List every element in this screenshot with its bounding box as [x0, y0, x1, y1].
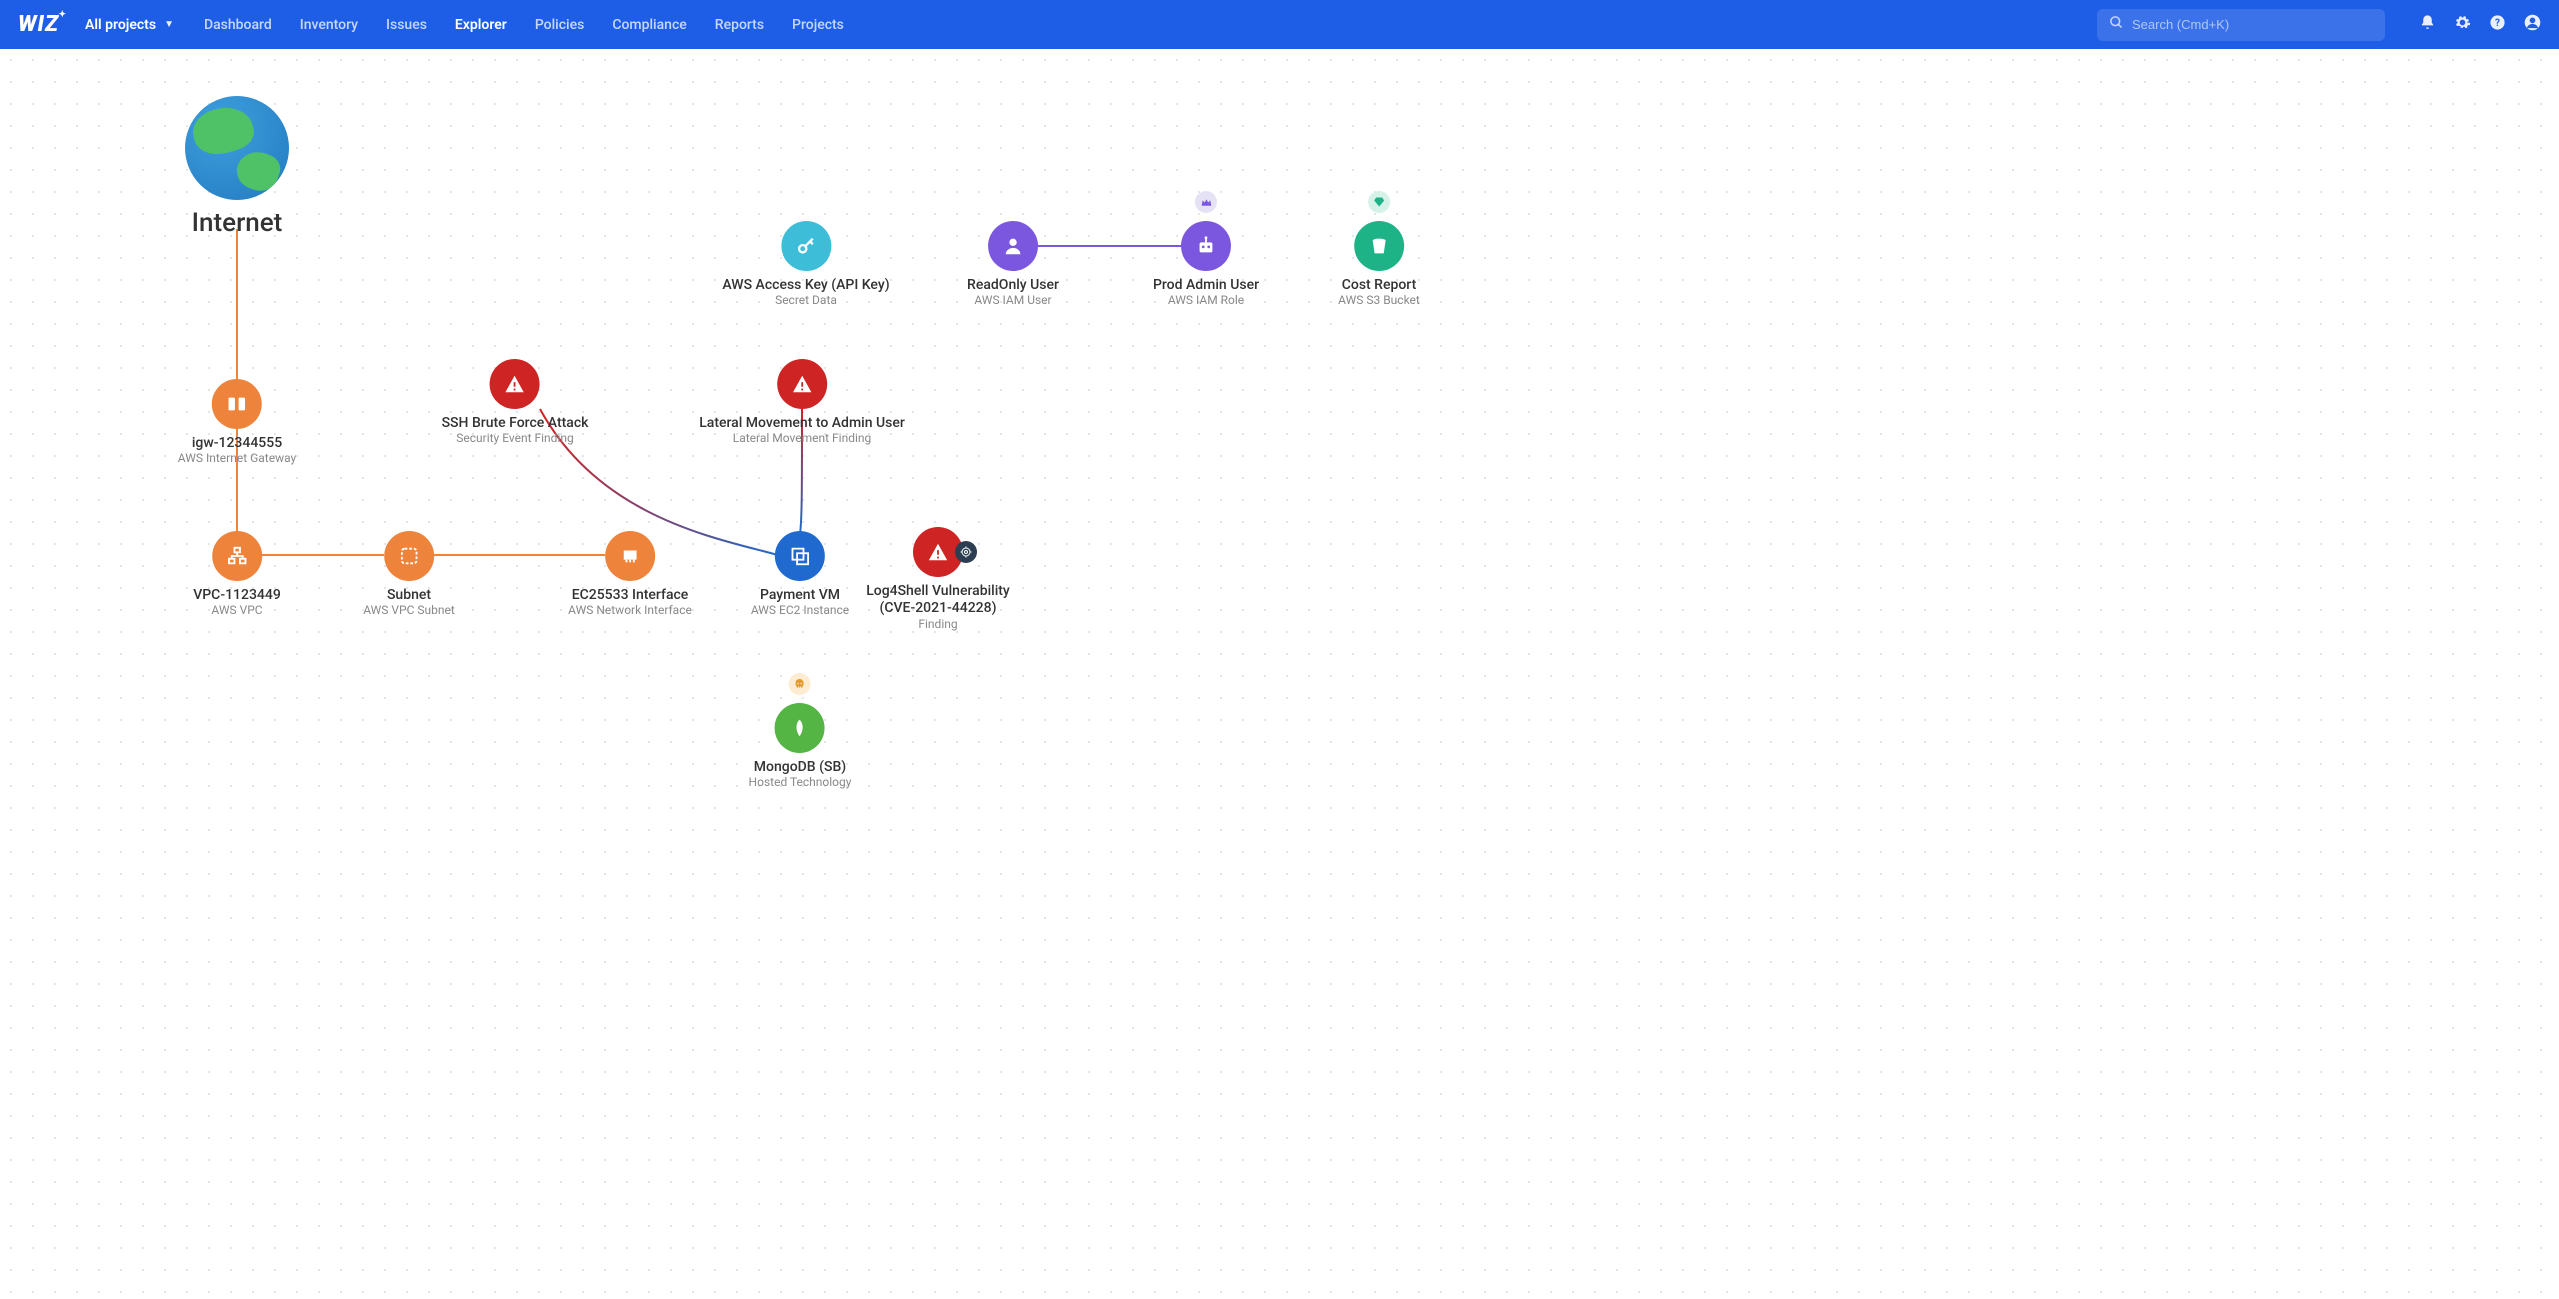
- node-subtitle: AWS VPC Subnet: [363, 603, 455, 617]
- search-input[interactable]: [2132, 17, 2373, 32]
- graph-edges: [0, 49, 2559, 1299]
- crown-icon: [1195, 191, 1217, 213]
- target-icon: [955, 541, 977, 563]
- user-avatar-icon[interactable]: [2524, 14, 2541, 35]
- graph-canvas[interactable]: Internet igw-12344555 AWS Internet Gatew…: [0, 49, 2559, 1299]
- node-title: Prod Admin User: [1153, 277, 1259, 293]
- alert-icon: [490, 359, 540, 409]
- nav-projects[interactable]: Projects: [792, 17, 844, 33]
- node-access-key[interactable]: AWS Access Key (API Key) Secret Data: [722, 221, 889, 307]
- node-subtitle: Secret Data: [775, 293, 837, 307]
- node-payment-vm[interactable]: Payment VM AWS EC2 Instance: [751, 531, 849, 617]
- node-eni[interactable]: EC25533 Interface AWS Network Interface: [568, 531, 692, 617]
- node-internet[interactable]: Internet: [185, 96, 289, 238]
- node-vpc[interactable]: VPC-1123449 AWS VPC: [193, 531, 281, 617]
- subnet-icon: [384, 531, 434, 581]
- interface-icon: [605, 531, 655, 581]
- nav-reports[interactable]: Reports: [715, 17, 764, 33]
- node-subtitle: Lateral Movement Finding: [733, 431, 872, 445]
- gear-icon[interactable]: [2454, 14, 2471, 35]
- main-nav: Dashboard Inventory Issues Explorer Poli…: [204, 17, 844, 33]
- leaf-icon: [775, 703, 825, 753]
- nav-policies[interactable]: Policies: [535, 17, 585, 33]
- node-lateral-finding[interactable]: Lateral Movement to Admin User Lateral M…: [699, 359, 905, 445]
- node-subtitle: Security Event Finding: [456, 431, 573, 445]
- node-igw[interactable]: igw-12344555 AWS Internet Gateway: [178, 379, 296, 465]
- nav-compliance[interactable]: Compliance: [612, 17, 686, 33]
- node-title: AWS Access Key (API Key): [722, 277, 889, 293]
- gateway-icon: [212, 379, 262, 429]
- node-title: Lateral Movement to Admin User: [699, 415, 905, 431]
- node-cost-report[interactable]: Cost Report AWS S3 Bucket: [1338, 221, 1420, 307]
- alert-icon: [913, 527, 963, 577]
- robot-icon: [1181, 221, 1231, 271]
- network-icon: [212, 531, 262, 581]
- node-subtitle: AWS Network Interface: [568, 603, 692, 617]
- globe-icon: [185, 96, 289, 200]
- node-subtitle: AWS IAM Role: [1168, 293, 1244, 307]
- node-subtitle: AWS EC2 Instance: [751, 603, 849, 617]
- node-title: VPC-1123449: [193, 587, 281, 603]
- project-selector[interactable]: All projects ▼: [85, 17, 174, 33]
- node-admin-user[interactable]: Prod Admin User AWS IAM Role: [1153, 221, 1259, 307]
- node-title: ReadOnly User: [967, 277, 1059, 293]
- node-subtitle: AWS Internet Gateway: [178, 451, 296, 465]
- node-title: Subnet: [387, 587, 431, 603]
- search-icon: [2109, 15, 2124, 34]
- node-subtitle: Finding: [918, 617, 957, 631]
- node-title: EC25533 Interface: [572, 587, 689, 603]
- bell-icon[interactable]: [2419, 14, 2436, 35]
- global-search[interactable]: [2097, 9, 2385, 41]
- node-ssh-finding[interactable]: SSH Brute Force Attack Security Event Fi…: [442, 359, 589, 445]
- node-subtitle: AWS IAM User: [974, 293, 1051, 307]
- node-mongodb[interactable]: MongoDB (SB) Hosted Technology: [749, 703, 852, 789]
- project-selector-label: All projects: [85, 17, 156, 33]
- alert-icon: [777, 359, 827, 409]
- nav-inventory[interactable]: Inventory: [300, 17, 358, 33]
- node-title: Log4Shell Vulnerability (CVE-2021-44228): [853, 583, 1023, 617]
- node-readonly-user[interactable]: ReadOnly User AWS IAM User: [967, 221, 1059, 307]
- top-navbar: WIZ All projects ▼ Dashboard Inventory I…: [0, 0, 2559, 49]
- svg-text:?: ?: [2495, 18, 2500, 29]
- nav-explorer[interactable]: Explorer: [455, 17, 507, 33]
- nav-issues[interactable]: Issues: [386, 17, 427, 33]
- key-icon: [781, 221, 831, 271]
- wiz-logo: WIZ: [18, 12, 65, 37]
- vm-icon: [775, 531, 825, 581]
- node-subnet[interactable]: Subnet AWS VPC Subnet: [363, 531, 455, 617]
- help-icon[interactable]: ?: [2489, 14, 2506, 35]
- chevron-down-icon: ▼: [164, 19, 174, 30]
- node-title: MongoDB (SB): [754, 759, 846, 775]
- bucket-icon: [1354, 221, 1404, 271]
- node-title: igw-12344555: [192, 435, 282, 451]
- node-title: Payment VM: [760, 587, 840, 603]
- node-subtitle: AWS VPC: [211, 603, 262, 617]
- node-title: Cost Report: [1342, 277, 1417, 293]
- node-log4shell-finding[interactable]: Log4Shell Vulnerability (CVE-2021-44228)…: [853, 527, 1023, 631]
- node-title: Internet: [192, 208, 283, 238]
- nav-dashboard[interactable]: Dashboard: [204, 17, 272, 33]
- node-subtitle: AWS S3 Bucket: [1338, 293, 1420, 307]
- gem-icon: [1368, 191, 1390, 213]
- user-icon: [988, 221, 1038, 271]
- node-title: SSH Brute Force Attack: [442, 415, 589, 431]
- node-subtitle: Hosted Technology: [749, 775, 852, 789]
